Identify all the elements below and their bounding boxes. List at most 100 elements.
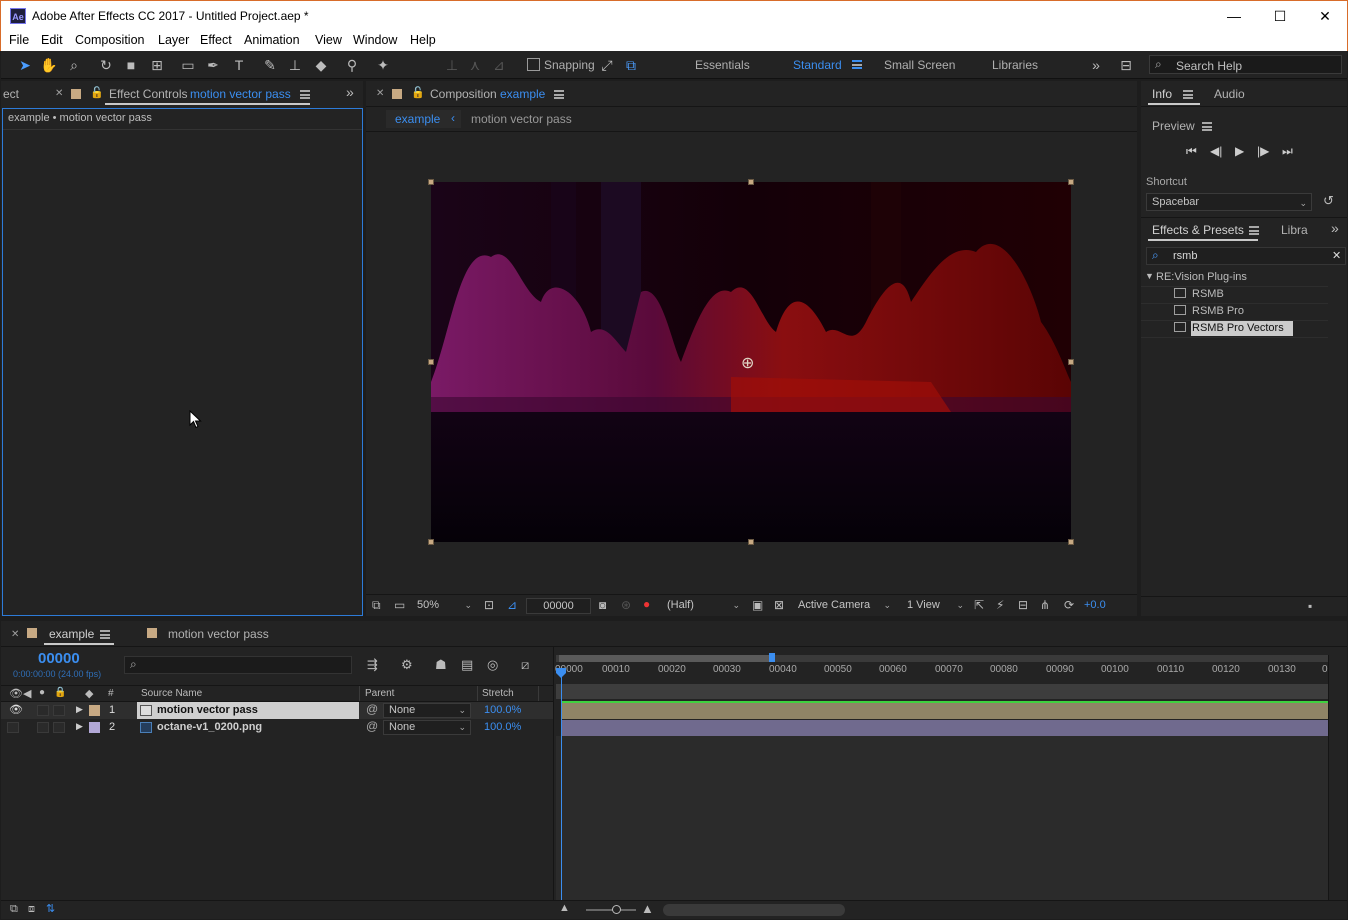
snapping-checkbox[interactable] (527, 58, 540, 71)
comp-nav-active-item[interactable]: example ‹ (386, 110, 461, 128)
transform-handle[interactable] (748, 539, 754, 545)
menu-file[interactable]: File (9, 33, 29, 47)
zoom-out-time-icon[interactable]: ▲ (559, 902, 570, 914)
current-time-field[interactable]: 00000 (526, 598, 591, 614)
transform-handle[interactable] (748, 179, 754, 185)
effect-item-rsmb-pro[interactable]: RSMB Pro (1174, 305, 1244, 317)
clone-stamp-tool-icon[interactable]: ⊥ (285, 55, 305, 75)
close-window-button[interactable]: ✕ (1302, 1, 1348, 31)
anchor-point-icon[interactable]: ⊕ (741, 353, 754, 373)
view-axis-icon[interactable]: ⊿ (489, 55, 509, 75)
snap-features-icon[interactable]: ⧉ (621, 55, 641, 75)
composition-tab-prefix[interactable]: Composition (430, 87, 497, 101)
reset-shortcut-icon[interactable]: ↺ (1323, 193, 1334, 209)
local-axis-icon[interactable]: ⊥ (442, 55, 462, 75)
effect-item-rsmb[interactable]: RSMB (1174, 288, 1224, 300)
comp-lock-icon[interactable]: 🔓 (411, 86, 425, 99)
menu-window[interactable]: Window (353, 33, 397, 47)
transparency-grid-icon[interactable]: ⊠ (774, 598, 784, 612)
region-of-interest-icon[interactable]: ▣ (752, 598, 763, 612)
effect-controls-content[interactable]: example • motion vector pass (2, 108, 363, 616)
libraries-tab-fragment[interactable]: Libra (1281, 223, 1308, 237)
roto-brush-tool-icon[interactable]: ⚲ (342, 55, 362, 75)
hand-tool-icon[interactable]: ✋ (39, 55, 59, 75)
effects-search-input[interactable]: ⌕ rsmb ✕ (1146, 247, 1346, 265)
layer-label-color[interactable] (89, 722, 100, 733)
layer-2-duration-bar[interactable] (562, 720, 1328, 736)
menu-view[interactable]: View (315, 33, 342, 47)
workspace-standard[interactable]: Standard (793, 58, 842, 72)
current-time-indicator[interactable] (561, 670, 562, 905)
composition-tab-name[interactable]: example (500, 87, 545, 101)
workspace-libraries[interactable]: Libraries (992, 58, 1038, 72)
fit-icon[interactable]: ⊡ (484, 598, 494, 612)
lock-icon[interactable]: 🔓 (90, 86, 104, 99)
timeline-horizontal-scrollbar[interactable] (663, 904, 845, 916)
transform-handle[interactable] (428, 539, 434, 545)
solo-toggle[interactable] (37, 705, 49, 716)
channels-icon[interactable]: ● (643, 597, 650, 611)
zoom-in-time-icon[interactable]: ▲ (641, 901, 654, 916)
timeline-tab-motion-vector-pass[interactable]: motion vector pass (168, 627, 269, 641)
menu-animation[interactable]: Animation (244, 33, 300, 47)
world-axis-icon[interactable]: ⋏ (465, 55, 485, 75)
clear-search-icon[interactable]: ✕ (1332, 249, 1341, 262)
layer-source-name[interactable]: motion vector pass (157, 704, 258, 716)
work-area-range[interactable] (559, 655, 773, 662)
transform-handle[interactable] (1068, 359, 1074, 365)
parent-dropdown[interactable]: None ⌄ (383, 703, 471, 718)
solo-toggle[interactable] (37, 722, 49, 733)
workspace-small-screen[interactable]: Small Screen (884, 58, 955, 72)
camera-tool-icon[interactable]: ■ (121, 55, 141, 75)
safe-margins-icon[interactable]: ⊿ (507, 598, 517, 612)
time-zoom-slider-track[interactable] (586, 909, 636, 911)
resolution-dropdown[interactable]: (Half) ⌄ (662, 598, 744, 614)
menu-help[interactable]: Help (410, 33, 436, 47)
sync-settings-icon[interactable]: ⊟ (1116, 55, 1136, 75)
timeline-search-input[interactable]: ⌕ (124, 656, 352, 674)
snap-edges-icon[interactable]: ⤢ (597, 55, 617, 75)
type-tool-icon[interactable]: T (229, 55, 249, 75)
column-source-name[interactable]: Source Name (141, 688, 202, 699)
toggle-pixel-aspect-icon[interactable]: ⇱ (974, 598, 984, 612)
info-tab[interactable]: Info (1152, 87, 1172, 101)
graph-editor-icon[interactable]: ⧄ (521, 657, 529, 673)
effect-controls-tab-prefix[interactable]: Effect Controls (109, 87, 187, 101)
draft-3d-icon[interactable]: ⚙ (401, 657, 413, 673)
layer-visibility-eye-icon[interactable]: 👁 (9, 703, 23, 716)
effects-overflow-icon[interactable]: » (1331, 220, 1339, 236)
zoom-tool-icon[interactable]: ⌕ (64, 55, 84, 75)
timeline-empty-area[interactable] (556, 736, 1328, 905)
rotation-tool-icon[interactable]: ↻ (96, 55, 116, 75)
transfer-controls-icon[interactable]: ⧈ (28, 903, 35, 916)
menu-edit[interactable]: Edit (41, 33, 63, 47)
view-layout-dropdown[interactable]: 1 View ⌄ (902, 598, 968, 614)
new-folder-icon[interactable]: ▪ (1308, 599, 1312, 613)
close-comp-tab-icon[interactable]: ✕ (376, 88, 384, 99)
menu-effect[interactable]: Effect (200, 33, 232, 47)
flowchart-icon[interactable]: ⋔ (1040, 598, 1050, 612)
menu-layer[interactable]: Layer (158, 33, 189, 47)
reset-exposure-icon[interactable]: ⟳ (1064, 598, 1074, 612)
solo-dot-icon[interactable]: ● (39, 687, 45, 698)
audio-tab[interactable]: Audio (1214, 87, 1245, 101)
info-panel-menu-icon[interactable] (1183, 90, 1193, 99)
timeline-layer-row[interactable]: 👁 ▶ 1 motion vector pass @ None ⌄ 100.0% (1, 702, 554, 719)
video-eye-icon[interactable]: 👁 (9, 687, 23, 700)
puppet-pin-tool-icon[interactable]: ✦ (373, 55, 393, 75)
close-tab-icon[interactable]: ✕ (55, 88, 63, 99)
maximize-button[interactable]: ☐ (1257, 1, 1303, 31)
layer-source-name[interactable]: octane-v1_0200.png (157, 721, 262, 733)
timeline-layer-row[interactable]: ▶ 2 octane-v1_0200.png @ None ⌄ 100.0% (1, 719, 554, 736)
menu-composition[interactable]: Composition (75, 33, 144, 47)
timeline-icon[interactable]: ⊟ (1018, 598, 1028, 612)
expand-triangle-icon[interactable]: ▶ (76, 704, 83, 715)
monitor-icon[interactable]: ▭ (394, 598, 405, 612)
workspace-overflow-icon[interactable]: » (1086, 55, 1106, 75)
composition-viewer-frame[interactable]: ⊕ (431, 182, 1071, 542)
pan-behind-tool-icon[interactable]: ⊞ (147, 55, 167, 75)
last-frame-icon[interactable]: ⏭ (1282, 144, 1293, 159)
comp-panel-menu-icon[interactable] (554, 90, 564, 99)
layer-label-color[interactable] (89, 705, 100, 716)
pick-whip-icon[interactable]: @ (366, 702, 378, 716)
